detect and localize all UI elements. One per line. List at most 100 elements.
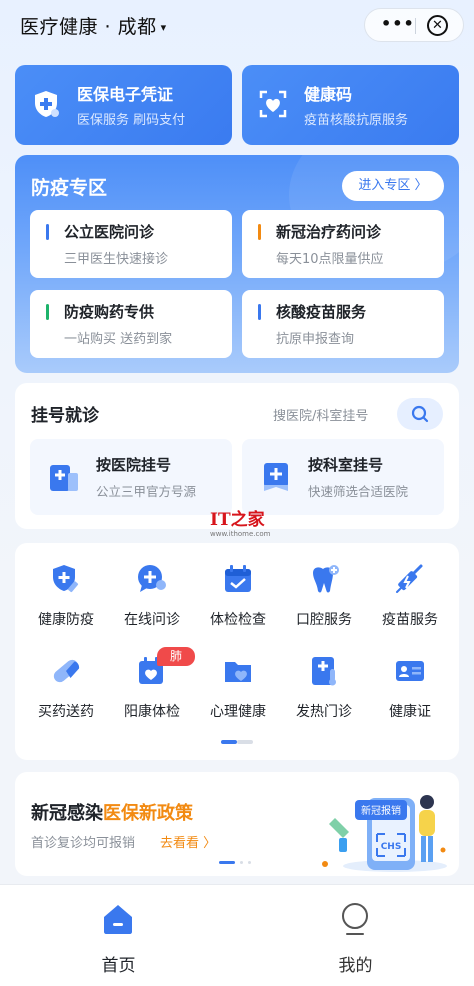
register-by-department[interactable]: 按科室挂号 快速筛选合适医院 xyxy=(242,439,444,515)
vaccine-syringe-icon xyxy=(396,564,423,593)
reimbursement-illustration: 新冠报销 CHS xyxy=(322,795,447,872)
register-item-subtitle: 公立三甲官方号源 xyxy=(96,484,197,499)
banner-title-prefix: 新冠感染 xyxy=(31,803,103,824)
profile-icon xyxy=(342,903,368,935)
service-online-consult[interactable]: 在线问诊 xyxy=(109,563,195,651)
shield-syringe-icon xyxy=(53,565,79,593)
tab-home[interactable]: 首页 xyxy=(0,885,237,986)
medical-insurance-shield-icon xyxy=(35,91,59,117)
service-dental[interactable]: 口腔服务 xyxy=(281,563,367,651)
watermark: IT之家 www.ithome.com xyxy=(210,505,274,541)
insurance-voucher-title: 医保电子凭证 xyxy=(77,85,174,104)
enter-zone-button[interactable]: 进入专区 〉 xyxy=(342,171,444,201)
epidemic-item-subtitle: 抗原申报查询 xyxy=(276,332,355,347)
capsule-pill-icon xyxy=(53,659,80,683)
epidemic-item-title: 新冠治疗药问诊 xyxy=(276,223,382,241)
service-physical-exam[interactable]: 体检检查 xyxy=(195,563,281,651)
accent-bar xyxy=(258,304,261,320)
service-label: 疫苗服务 xyxy=(382,612,438,628)
epidemic-zone: 防疫专区 进入专区 〉 公立医院问诊 三甲医生快速接诊 新冠治疗药问诊 每天10… xyxy=(15,155,459,373)
banner-link[interactable]: 去看看 〉 xyxy=(160,832,216,851)
calendar-check-icon xyxy=(225,565,251,592)
service-health-prevention[interactable]: 健康防疫 xyxy=(23,563,109,651)
banner-page-indicator xyxy=(240,861,243,864)
banner-page-indicator-active xyxy=(219,861,235,864)
epidemic-item-title: 核酸疫苗服务 xyxy=(276,303,367,321)
registration-title: 挂号就诊 xyxy=(31,406,99,426)
tab-bar: 首页 我的 xyxy=(0,884,474,986)
register-item-title: 按医院挂号 xyxy=(96,456,172,474)
service-label: 心理健康 xyxy=(210,704,266,720)
registration-search-hint[interactable]: 搜医院/科室挂号 xyxy=(273,405,368,424)
service-recovery-checkup[interactable]: 肺CT 阳康体检 xyxy=(109,647,195,743)
id-card-icon xyxy=(396,661,424,681)
heart-folder-icon xyxy=(225,662,251,682)
epidemic-item-nucleic-vaccine[interactable]: 核酸疫苗服务 抗原申报查询 xyxy=(242,290,444,358)
department-clipboard-icon xyxy=(264,463,288,491)
watermark-url: www.ithome.com xyxy=(210,530,271,538)
service-fever-clinic[interactable]: 发热门诊 xyxy=(281,655,367,743)
chat-plus-icon xyxy=(138,565,166,592)
city-selector[interactable]: 医疗健康 · 成都 ▾ xyxy=(20,12,167,39)
tab-label: 我的 xyxy=(338,956,373,976)
banner-title-highlight: 医保新政策 xyxy=(103,803,193,824)
epidemic-item-title: 公立医院问诊 xyxy=(64,223,155,241)
epidemic-item-covid-drug[interactable]: 新冠治疗药问诊 每天10点限量供应 xyxy=(242,210,444,278)
accent-bar xyxy=(46,224,49,240)
health-code-scan-icon xyxy=(259,90,287,118)
tooth-icon xyxy=(313,565,339,593)
search-button[interactable] xyxy=(397,398,443,430)
epidemic-item-public-hospital[interactable]: 公立医院问诊 三甲医生快速接诊 xyxy=(30,210,232,278)
tab-profile[interactable]: 我的 xyxy=(237,885,474,986)
epidemic-item-drug-supply[interactable]: 防疫购药专供 一站购买 送药到家 xyxy=(30,290,232,358)
health-code-subtitle: 疫苗核酸抗原服务 xyxy=(304,113,409,128)
services-grid: 健康防疫 在线问诊 体检检查 口腔服务 疫苗服务 买药送药 肺CT 阳康体检 心… xyxy=(15,543,459,760)
epidemic-item-subtitle: 三甲医生快速接诊 xyxy=(64,252,169,267)
policy-banner[interactable]: 新冠感染医保新政策 首诊复诊均可报销 去看看 〉 新冠报销 CHS xyxy=(15,772,459,876)
mini-program-capsule: ••• ✕ xyxy=(364,8,464,42)
service-label: 健康防疫 xyxy=(38,612,94,628)
register-item-subtitle: 快速筛选合适医院 xyxy=(308,484,409,499)
accent-bar xyxy=(46,304,49,320)
tab-label: 首页 xyxy=(101,956,136,976)
accent-bar xyxy=(258,224,261,240)
banner-subtitle: 首诊复诊均可报销 xyxy=(31,836,136,851)
home-icon xyxy=(104,905,132,934)
more-icon[interactable]: ••• xyxy=(381,14,415,33)
hospital-building-icon xyxy=(50,465,78,491)
service-health-certificate[interactable]: 健康证 xyxy=(367,655,453,743)
health-code-card[interactable]: 健康码 疫苗核酸抗原服务 xyxy=(242,65,459,145)
service-label: 体检检查 xyxy=(210,612,266,628)
epidemic-item-title: 防疫购药专供 xyxy=(64,303,155,321)
services-page-indicator xyxy=(237,740,253,744)
thermometer-doc-icon xyxy=(312,657,336,686)
service-label: 阳康体检 xyxy=(124,704,180,720)
service-badge: 肺CT xyxy=(157,647,195,682)
service-mental-health[interactable]: 心理健康 xyxy=(195,655,281,743)
service-label: 健康证 xyxy=(389,704,431,720)
chevron-down-icon: ▾ xyxy=(160,21,167,34)
service-vaccine[interactable]: 疫苗服务 xyxy=(367,563,453,651)
service-buy-medicine[interactable]: 买药送药 xyxy=(23,655,109,743)
search-icon xyxy=(411,405,429,423)
insurance-voucher-card[interactable]: 医保电子凭证 医保服务 刷码支付 xyxy=(15,65,232,145)
banner-page-indicator xyxy=(248,861,251,864)
register-item-title: 按科室挂号 xyxy=(308,456,384,474)
epidemic-item-subtitle: 一站购买 送药到家 xyxy=(64,332,173,347)
epidemic-zone-title: 防疫专区 xyxy=(31,177,108,199)
epidemic-item-subtitle: 每天10点限量供应 xyxy=(276,252,384,267)
banner-sign-text: 新冠报销 xyxy=(361,804,401,817)
service-label: 买药送药 xyxy=(38,704,94,720)
register-by-hospital[interactable]: 按医院挂号 公立三甲官方号源 xyxy=(30,439,232,515)
insurance-voucher-subtitle: 医保服务 刷码支付 xyxy=(77,113,186,128)
services-page-indicator-active xyxy=(221,740,237,744)
close-icon[interactable]: ✕ xyxy=(427,15,448,36)
service-label: 发热门诊 xyxy=(296,704,352,720)
health-code-title: 健康码 xyxy=(304,85,353,104)
top-bar: 医疗健康 · 成都 ▾ ••• ✕ xyxy=(0,0,474,52)
page-title: 医疗健康 · 成都 xyxy=(20,16,157,38)
capsule-divider xyxy=(415,18,416,34)
service-label: 口腔服务 xyxy=(296,612,352,628)
banner-card-text: CHS xyxy=(381,842,402,852)
banner-title: 新冠感染医保新政策 xyxy=(31,799,193,825)
